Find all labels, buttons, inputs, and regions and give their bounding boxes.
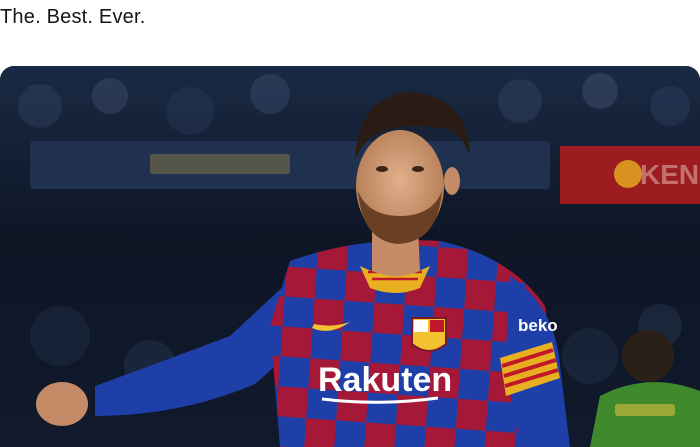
sleeve-sponsor-text: beko — [518, 316, 558, 335]
board-text: KEN — [640, 159, 699, 190]
photo-illustration: KEN Rakuten beko — [0, 66, 700, 447]
tweet-media-photo[interactable]: KEN Rakuten beko — [0, 66, 700, 447]
tweet-text: The. Best. Ever. — [0, 6, 146, 28]
jersey-sponsor-text: Rakuten — [318, 361, 452, 399]
fist — [36, 382, 88, 426]
